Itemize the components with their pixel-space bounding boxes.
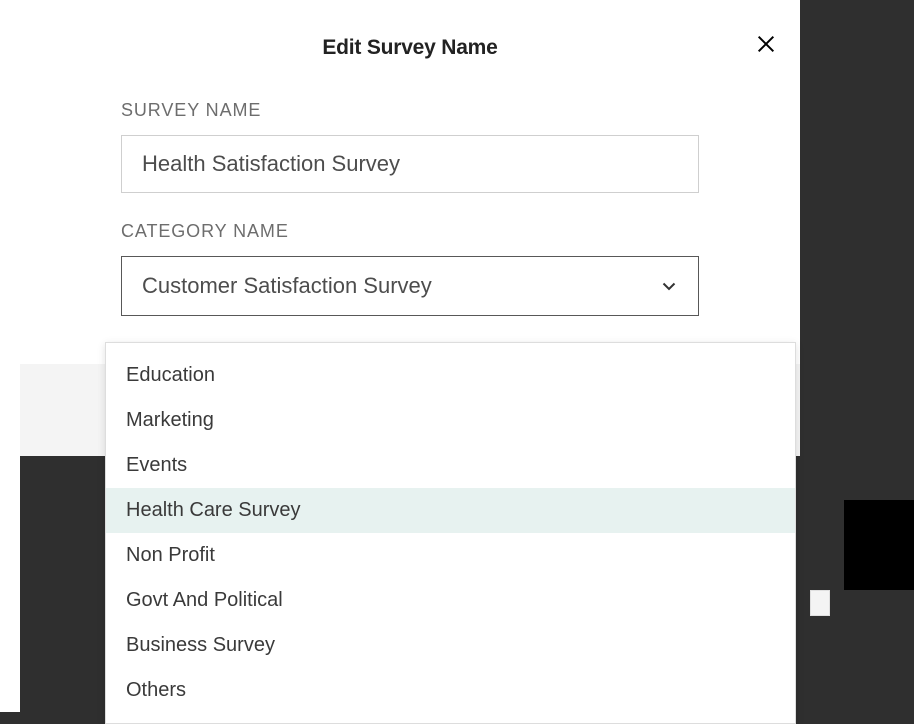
survey-name-label: SURVEY NAME	[121, 100, 699, 121]
category-select-display[interactable]: Customer Satisfaction Survey	[121, 256, 699, 316]
chevron-down-icon	[662, 279, 676, 293]
category-option[interactable]: Marketing	[106, 398, 795, 443]
survey-name-input[interactable]	[121, 135, 699, 193]
close-icon	[755, 33, 777, 55]
category-name-label: CATEGORY NAME	[121, 221, 699, 242]
category-selected-value: Customer Satisfaction Survey	[142, 273, 432, 299]
dialog-title: Edit Survey Name	[322, 36, 497, 60]
background-right-block	[844, 500, 914, 590]
category-option[interactable]: Health Care Survey	[106, 488, 795, 533]
background-left-strip	[0, 0, 20, 712]
category-option[interactable]: Non Profit	[106, 533, 795, 578]
close-button[interactable]	[750, 28, 782, 60]
category-option[interactable]: Others	[106, 668, 795, 713]
category-option[interactable]: Education	[106, 353, 795, 398]
survey-name-field-group: SURVEY NAME	[121, 100, 699, 193]
category-option[interactable]: Events	[106, 443, 795, 488]
dialog-header: Edit Survey Name	[20, 0, 800, 88]
background-small-block	[810, 590, 830, 616]
category-select[interactable]: Customer Satisfaction Survey	[121, 256, 699, 316]
category-field-group: CATEGORY NAME Customer Satisfaction Surv…	[121, 221, 699, 316]
category-option[interactable]: Business Survey	[106, 623, 795, 668]
category-dropdown-panel: EducationMarketingEventsHealth Care Surv…	[105, 342, 796, 724]
category-option[interactable]: Govt And Political	[106, 578, 795, 623]
dialog-body: SURVEY NAME CATEGORY NAME Customer Satis…	[20, 88, 800, 364]
category-dropdown-scroll[interactable]: EducationMarketingEventsHealth Care Surv…	[106, 353, 795, 713]
